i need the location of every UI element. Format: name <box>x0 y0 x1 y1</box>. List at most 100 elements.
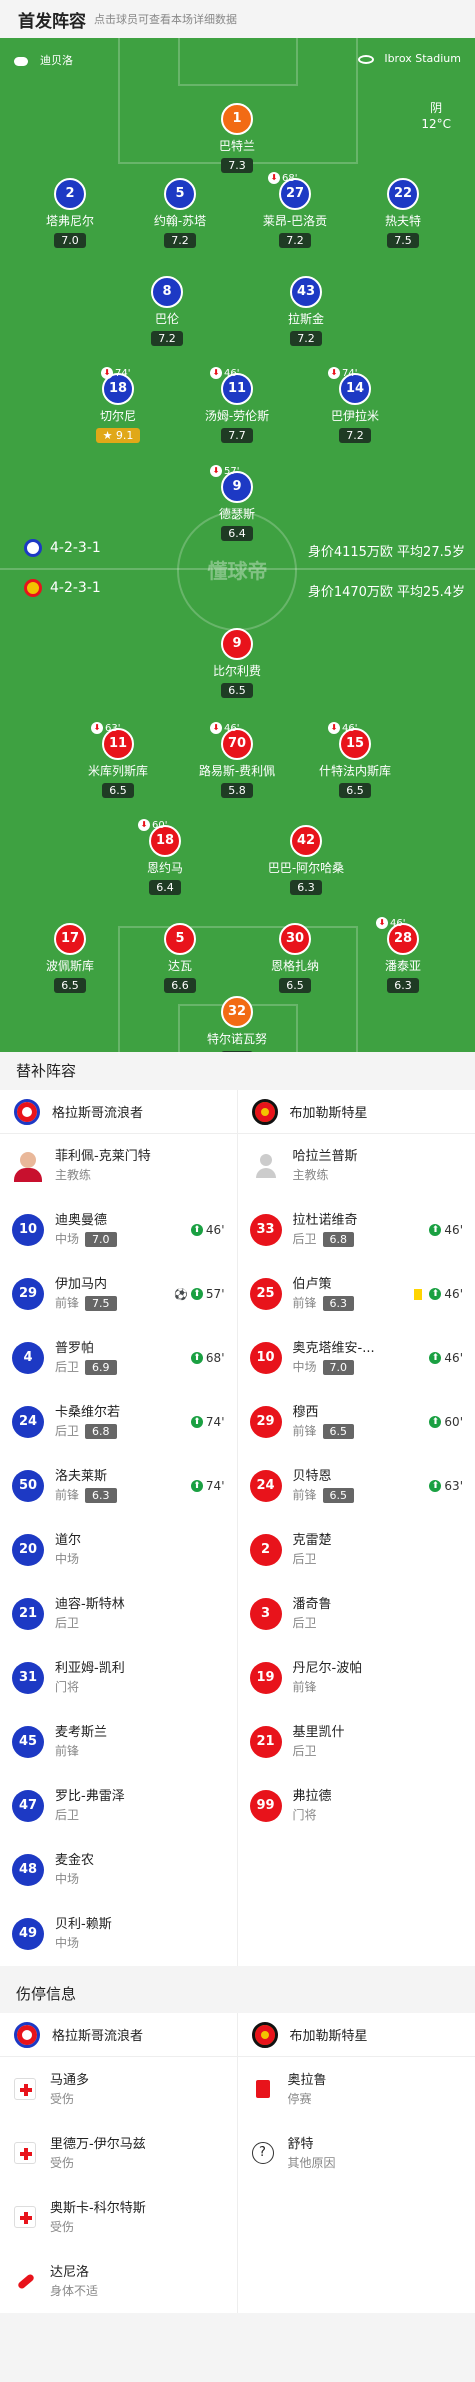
sub-row[interactable]: 48 麦金农 中场 <box>0 1838 475 1902</box>
player-name[interactable]: 拉杜诺维奇 <box>293 1211 358 1230</box>
home_players-player[interactable]: 43 拉斯金 7.2 <box>251 276 361 346</box>
player-position[interactable]: 中场 <box>55 1934 112 1953</box>
injury-row[interactable]: 达尼洛 身体不适 <box>0 2249 475 2313</box>
player-name[interactable]: 恩格扎纳 <box>240 957 350 974</box>
position-label[interactable]: 前锋 <box>293 1424 317 1438</box>
away-sub-player[interactable]: 21 基里凯什 后卫 <box>238 1710 475 1774</box>
position-label[interactable]: 中场 <box>293 1360 317 1374</box>
player-number[interactable]: 9 <box>221 628 253 660</box>
sub-on-indicator[interactable]: ⬆ 74' <box>190 1415 225 1429</box>
home-sub-player[interactable]: 31 利亚姆-凯利 门将 <box>0 1646 238 1710</box>
player-name[interactable]: 莱昂-巴洛贡 <box>240 212 350 229</box>
sub-on-icon[interactable]: ⬆ <box>190 1224 203 1236</box>
player-number[interactable]: 25 <box>249 1278 282 1310</box>
player-rating[interactable]: 6.6 <box>164 978 196 993</box>
player-rating-value[interactable]: 7.2 <box>346 429 364 442</box>
player-rating[interactable]: 6.4 <box>221 526 253 541</box>
player-position[interactable]: 前锋 <box>293 1678 363 1697</box>
player-name[interactable]: 德瑟斯 <box>182 505 292 522</box>
away_players-player[interactable]: 42 巴巴-阿尔哈桑 6.3 <box>251 825 361 895</box>
player-rating-value[interactable]: 7.5 <box>394 234 412 247</box>
player-name[interactable]: 伊加马内 <box>55 1275 117 1294</box>
player-name[interactable]: 巴特兰 <box>182 137 292 154</box>
position-label[interactable]: 后卫 <box>293 1744 317 1758</box>
player-name[interactable]: 米库列斯库 <box>63 762 173 779</box>
sub-on-time[interactable]: 74' <box>206 1415 225 1429</box>
sub-on-time[interactable]: 74' <box>206 1479 225 1493</box>
away-sub-player[interactable]: 24 贝特恩 前锋 6.5 ⬆ 63' <box>238 1454 475 1518</box>
sub-row[interactable]: 29 伊加马内 前锋 7.5 ⚽ ⬆ 57' 25 伯卢策 前锋 6.3 ⬆ 46' <box>0 1262 475 1326</box>
sub-off-time[interactable]: 74' <box>342 368 357 379</box>
player-rating[interactable]: 7.2 <box>290 331 322 346</box>
sub-off-icon[interactable]: ⬇ <box>328 367 340 379</box>
player-number[interactable]: 24 <box>249 1470 282 1502</box>
player-name[interactable]: 利亚姆-凯利 <box>55 1659 125 1678</box>
player-name[interactable]: 什特法内斯库 <box>300 762 410 779</box>
away_players-player[interactable]: 18 ⬇ 60' 恩约马 6.4 <box>110 819 220 895</box>
player-name[interactable]: 热夫特 <box>348 212 458 229</box>
subs-home-team[interactable]: 格拉斯哥流浪者 <box>0 1090 238 1133</box>
sub-on-indicator[interactable]: ⬆ 46' <box>414 1287 463 1301</box>
sub-on-time[interactable]: 60' <box>444 1415 463 1429</box>
player-rating-value[interactable]: 7.0 <box>61 234 79 247</box>
position-label[interactable]: 中场 <box>55 1552 79 1566</box>
sub-row[interactable]: 24 卡桑维尔若 后卫 6.8 ⬆ 74' 29 穆西 前锋 6.5 ⬆ 60' <box>0 1390 475 1454</box>
injury-reason[interactable]: 受伤 <box>50 2218 146 2235</box>
player-number[interactable]: 45 <box>12 1726 44 1758</box>
player-rating-value[interactable]: 6.3 <box>297 881 315 894</box>
sub-on-time[interactable]: 46' <box>206 1223 225 1237</box>
sub-on-icon[interactable]: ⬆ <box>190 1288 203 1300</box>
sub-on-icon[interactable]: ⬆ <box>429 1352 442 1364</box>
player-position[interactable]: 后卫 <box>55 1806 125 1825</box>
sub-off-time[interactable]: 60' <box>152 820 167 831</box>
player-rating[interactable]: 6.5 <box>279 978 311 993</box>
player-rating[interactable]: 7.0 <box>322 1360 355 1375</box>
home-sub-player[interactable]: 45 麦考斯兰 前锋 <box>0 1710 238 1774</box>
player-name[interactable]: 塔弗尼尔 <box>15 212 125 229</box>
goal-ball-icon[interactable]: ⚽ <box>174 1288 188 1301</box>
player-name[interactable]: 伯卢策 <box>293 1275 355 1294</box>
sub-off-time[interactable]: 74' <box>115 368 130 379</box>
sub-row[interactable]: 10 迪奥曼德 中场 7.0 ⬆ 46' 33 拉杜诺维奇 后卫 6.8 ⬆ 46' <box>0 1198 475 1262</box>
sub-row[interactable]: 20 道尔 中场 2 克雷楚 后卫 <box>0 1518 475 1582</box>
player-rating[interactable]: 6.4 <box>149 880 181 895</box>
sub-on-indicator[interactable]: ⬆ 46' <box>190 1223 225 1237</box>
home_players-player[interactable]: 22 热夫特 7.5 <box>348 178 458 248</box>
injury-icon[interactable] <box>14 2142 36 2164</box>
player-name[interactable]: 基里凯什 <box>293 1723 345 1742</box>
player-rating[interactable]: 7.2 <box>151 331 183 346</box>
injury-row[interactable]: 奥斯卡-科尔特斯 受伤 <box>0 2185 475 2249</box>
player-name[interactable]: 特尔诺瓦努 <box>182 1030 292 1047</box>
position-label[interactable]: 前锋 <box>55 1488 79 1502</box>
home-coach[interactable]: 菲利佩-克莱门特 主教练 <box>0 1134 238 1198</box>
injured-player-name[interactable]: 舒特 <box>288 2135 336 2154</box>
sub-off-icon[interactable]: ⬇ <box>210 465 222 477</box>
player-rating[interactable]: 6.3 <box>290 880 322 895</box>
player-number[interactable]: 8 <box>151 276 183 308</box>
player-position[interactable]: 门将 <box>293 1806 332 1825</box>
away-sub-player[interactable]: 3 潘奇鲁 后卫 <box>238 1582 475 1646</box>
player-number[interactable]: 48 <box>12 1854 44 1886</box>
sub-off-time[interactable]: 63' <box>105 723 120 734</box>
player-position[interactable]: 中场 7.0 <box>55 1230 117 1249</box>
player-rating-value[interactable]: 6.6 <box>171 979 189 992</box>
sub-off-time[interactable]: 46' <box>342 723 357 734</box>
away-sub-player[interactable]: 29 穆西 前锋 6.5 ⬆ 60' <box>238 1390 475 1454</box>
player-number[interactable]: 2 <box>249 1534 282 1566</box>
home_players-player[interactable]: 11 ⬇ 46' 汤姆-劳伦斯 7.7 <box>182 367 292 443</box>
injured-player-name[interactable]: 达尼洛 <box>50 2263 98 2282</box>
position-label[interactable]: 中场 <box>55 1232 79 1246</box>
sub-row[interactable]: 50 洛夫莱斯 前锋 6.3 ⬆ 74' 24 贝特恩 前锋 6.5 ⬆ 63' <box>0 1454 475 1518</box>
player-name[interactable]: 贝利-赖斯 <box>55 1915 112 1934</box>
position-label[interactable]: 门将 <box>55 1680 79 1694</box>
sub-off-indicator[interactable]: ⬇ 74' <box>101 367 130 379</box>
player-rating[interactable]: 7.2 <box>164 233 196 248</box>
player-number[interactable]: 43 <box>290 276 322 308</box>
sub-on-indicator[interactable]: ⬆ 74' <box>190 1479 225 1493</box>
sub-off-time[interactable]: 46' <box>224 368 239 379</box>
player-number[interactable]: 10 <box>12 1214 44 1246</box>
injury-row[interactable]: 马通多 受伤 奥拉鲁 停赛 <box>0 2057 475 2121</box>
player-position[interactable]: 前锋 6.5 <box>293 1422 355 1441</box>
sub-off-time[interactable]: 68' <box>282 173 297 184</box>
player-rating[interactable]: 7.0 <box>85 1232 117 1247</box>
